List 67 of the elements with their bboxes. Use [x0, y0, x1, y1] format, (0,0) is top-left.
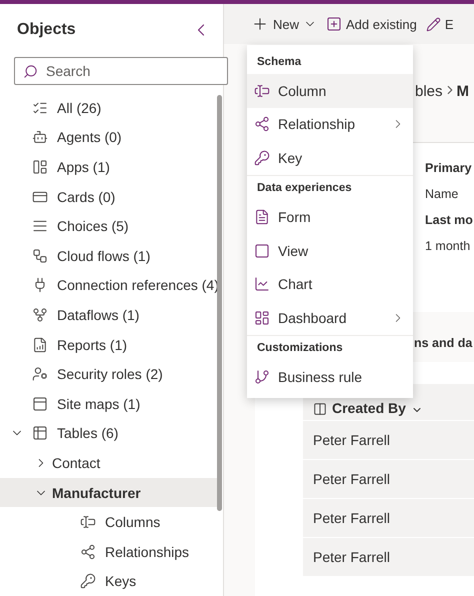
menu-item[interactable]: Dashboard [247, 301, 413, 334]
menu-item[interactable]: Form [247, 200, 413, 234]
table-cell: Peter Farrell [303, 498, 474, 537]
panel-title: Objects [17, 21, 76, 39]
menu-item[interactable]: Column [247, 74, 413, 108]
scrollbar[interactable] [217, 95, 222, 511]
text-field-icon [254, 82, 270, 99]
fork-icon [32, 306, 48, 323]
table-cell: Peter Farrell [303, 420, 474, 459]
field-label: Last mo [425, 212, 473, 229]
menu-item[interactable]: View [247, 234, 413, 268]
branch-icon [254, 369, 270, 386]
tree-item[interactable]: Manufacturer [0, 478, 217, 508]
table-icon [32, 425, 48, 442]
tree-item[interactable]: Columns [0, 507, 217, 537]
tree-item[interactable]: Agents (0) [0, 122, 217, 152]
user-gear-icon [32, 366, 48, 382]
tree-item[interactable]: Dataflows (1) [0, 300, 217, 330]
table-cell: Peter Farrell [303, 459, 474, 498]
menu-item[interactable]: Business rule [247, 360, 413, 394]
menu-group-title: Customizations [256, 341, 344, 356]
text-field-icon [80, 514, 96, 530]
share-icon [80, 544, 96, 560]
add-icon [326, 16, 342, 32]
tree-item[interactable]: Site maps (1) [0, 388, 217, 419]
field-value: Name [425, 186, 458, 203]
menu-group-title: Schema [256, 54, 302, 70]
dashboard-icon [254, 310, 270, 326]
breadcrumb-link[interactable]: bles [415, 82, 443, 100]
robot-icon [32, 129, 48, 146]
menu-group-title: Data experiences [256, 181, 353, 196]
square-icon [254, 242, 270, 259]
toolbar-button[interactable]: New [251, 15, 318, 33]
toolbar-button[interactable]: Add existing [326, 16, 417, 32]
report-icon [32, 336, 48, 353]
field-value: 1 month [425, 238, 470, 255]
tree-item[interactable]: Reports (1) [0, 330, 217, 360]
tree-item[interactable]: Contact [0, 448, 217, 478]
search-field[interactable]: Search [14, 57, 228, 85]
pencil-icon [426, 16, 441, 32]
tree-item[interactable]: Cards (0) [0, 182, 217, 212]
search-icon [23, 64, 38, 79]
column-icon [313, 402, 327, 416]
key-icon [80, 573, 96, 590]
tree-item[interactable]: Keys [0, 566, 217, 596]
table-cell: Peter Farrell [303, 537, 474, 576]
key-icon [254, 150, 270, 166]
tree-item[interactable]: Relationships [0, 536, 217, 566]
field-label: Primary [425, 160, 472, 177]
menu-item[interactable]: Relationship [247, 108, 413, 141]
toolbar-button[interactable]: E [426, 16, 454, 32]
section-title: ns and da [414, 336, 472, 350]
menu-item[interactable]: Chart [247, 268, 413, 301]
flow-icon [32, 248, 48, 264]
panel-icon [32, 396, 48, 412]
tree-item[interactable]: Choices (5) [0, 211, 217, 241]
tree-item[interactable]: Cloud flows (1) [0, 240, 217, 271]
tree-item[interactable]: Security roles (2) [0, 359, 217, 389]
menu-item[interactable]: Key [247, 141, 413, 174]
line-chart-icon [254, 276, 270, 292]
document-icon [254, 209, 270, 226]
share-icon [254, 116, 270, 132]
tree-item[interactable]: Tables (6) [0, 418, 217, 448]
tree-item[interactable]: All (26) [0, 93, 217, 123]
tree-item[interactable]: Apps (1) [0, 152, 217, 182]
grid-icon [32, 158, 48, 175]
breadcrumb-current: M [456, 82, 470, 100]
